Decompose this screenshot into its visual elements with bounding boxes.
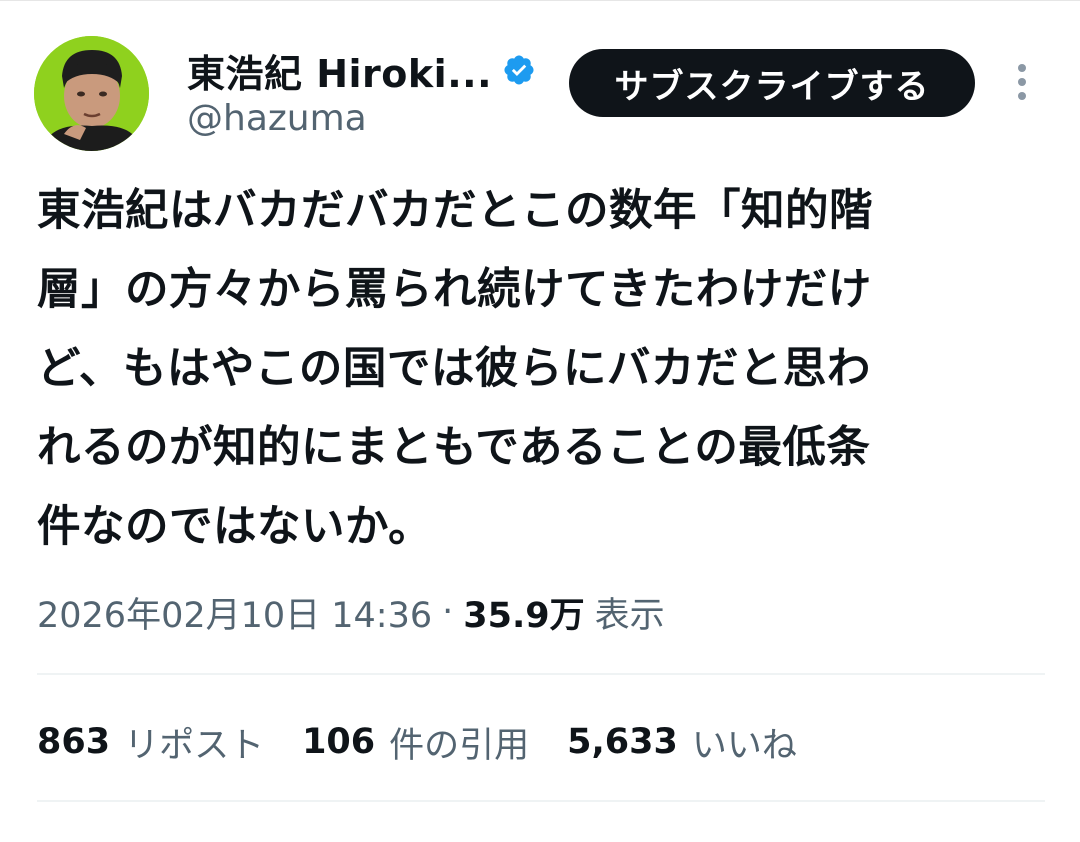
reposts-count: 863 [37, 722, 111, 762]
avatar[interactable] [34, 36, 149, 151]
quotes-count: 106 [302, 722, 376, 762]
author-handle[interactable]: @hazuma [187, 98, 367, 139]
tweet-meta: 2026年02月10日 14:36 · 35.9万 表示 [37, 586, 665, 638]
divider [37, 800, 1045, 802]
divider [37, 673, 1045, 675]
subscribe-button[interactable]: サブスクライブする [569, 49, 975, 117]
verified-badge-icon [504, 55, 534, 85]
reposts-stat[interactable]: 863 リポスト [37, 717, 264, 768]
tweet-header: 東浩紀 Hiroki... @hazuma サブスクライブする [0, 0, 1080, 160]
views-count: 35.9万 [463, 595, 585, 636]
meta-separator: · [442, 592, 454, 632]
tweet-text-line: ど、もはやこの国では彼らにバカだと思わ [37, 344, 871, 394]
tweet-text-line: 東浩紀はバカだバカだとこの数年「知的階 [37, 186, 873, 236]
tweet-text-line: 層」の方々から罵られ続けてきたわけだけ [37, 265, 872, 315]
engagement-stats: 863 リポスト 106 件の引用 5,633 いいね [37, 716, 835, 768]
likes-stat[interactable]: 5,633 いいね [567, 717, 797, 768]
author-name-row: 東浩紀 Hiroki... [187, 44, 536, 96]
author-display-name[interactable]: 東浩紀 Hiroki... [187, 43, 492, 98]
likes-count: 5,633 [567, 722, 678, 762]
tweet-text-line: れるのが知的にまともであることの最低条 [37, 423, 871, 473]
quotes-label: 件の引用 [389, 725, 530, 766]
tweet-text: 東浩紀はバカだバカだとこの数年「知的階 層」の方々から罵られ続けてきたわけだけ … [37, 172, 1037, 567]
likes-label: いいね [691, 725, 797, 766]
more-options-icon[interactable] [1008, 62, 1036, 106]
quotes-stat[interactable]: 106 件の引用 [302, 717, 529, 768]
reposts-label: リポスト [124, 725, 265, 766]
tweet-timestamp[interactable]: 2026年02月10日 14:36 [37, 587, 432, 638]
views-label: 表示 [594, 595, 665, 636]
tweet-text-line: 件なのではないか。 [37, 502, 433, 552]
